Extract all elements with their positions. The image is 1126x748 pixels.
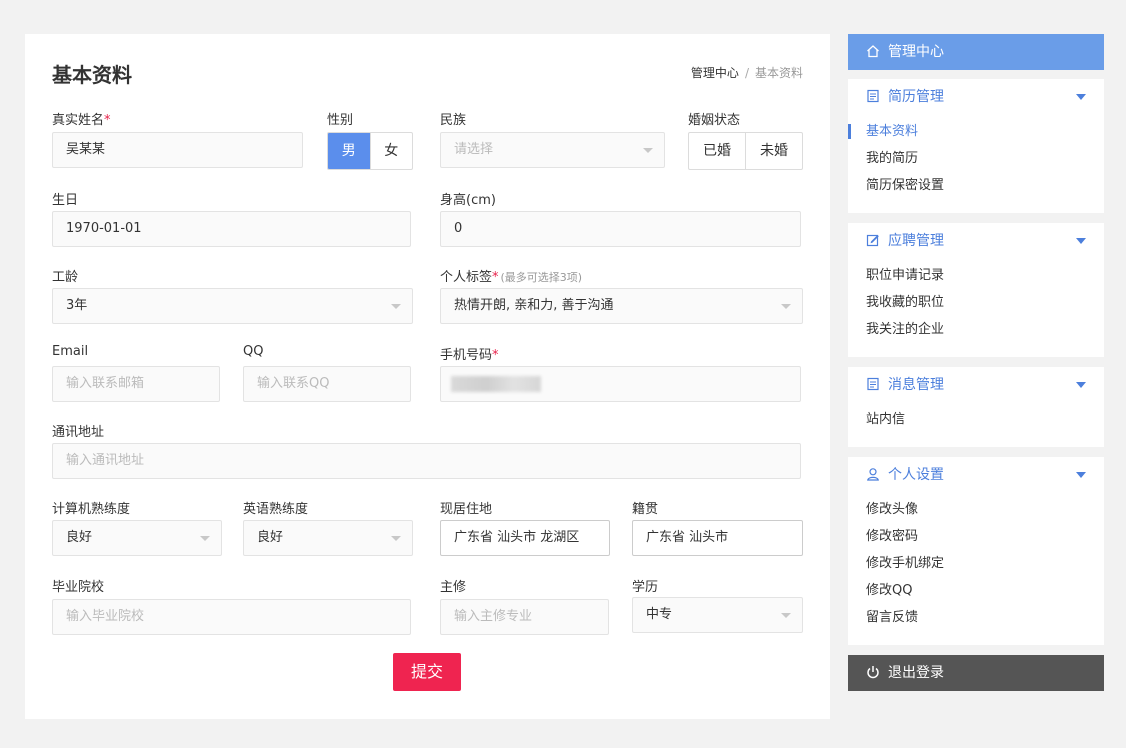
ethnicity-select[interactable]: 请选择 (440, 132, 665, 168)
chevron-down-icon (781, 304, 791, 309)
user-icon (867, 468, 879, 481)
gender-toggle: 男 女 (327, 132, 413, 170)
chevron-down-icon (200, 536, 210, 541)
work-years-select[interactable]: 3年 (52, 288, 413, 324)
sidebar-group-message: 消息管理 站内信 (848, 367, 1104, 447)
tags-select[interactable]: 热情开朗, 亲和力, 善于沟通 (440, 288, 803, 324)
hometown-label: 籍贯 (632, 502, 659, 517)
sidebar-item-resume-privacy[interactable]: 简历保密设置 (848, 172, 1104, 199)
marital-toggle: 已婚 未婚 (688, 132, 803, 170)
gender-male-option[interactable]: 男 (328, 133, 370, 169)
logout-button[interactable]: 退出登录 (848, 655, 1104, 691)
chevron-down-icon (643, 148, 653, 153)
residence-label: 现居住地 (440, 502, 493, 517)
major-input[interactable]: 输入主修专业 (440, 599, 609, 635)
chevron-down-icon (1076, 94, 1086, 100)
sidebar-item-change-password[interactable]: 修改密码 (848, 523, 1104, 550)
residence-input[interactable]: 广东省 汕头市 龙湖区 (440, 520, 610, 556)
gender-label: 性别 (327, 113, 354, 128)
sidebar-group-apply: 应聘管理 职位申请记录 我收藏的职位 我关注的企业 (848, 223, 1104, 357)
ethnicity-label: 民族 (440, 113, 467, 128)
tags-label: 个人标签* (最多可选择3项) (440, 270, 583, 285)
sidebar-item-change-avatar[interactable]: 修改头像 (848, 496, 1104, 523)
school-input[interactable]: 输入毕业院校 (52, 599, 411, 635)
sidebar-item-feedback[interactable]: 留言反馈 (848, 604, 1104, 631)
sidebar-group-personal-title[interactable]: 个人设置 (848, 457, 1104, 493)
chevron-down-icon (1076, 238, 1086, 244)
submit-button[interactable]: 提交 (393, 653, 461, 691)
real-name-input[interactable]: 吴某某 (52, 132, 303, 168)
sidebar-group-message-title[interactable]: 消息管理 (848, 367, 1104, 403)
sidebar-item-followed-companies[interactable]: 我关注的企业 (848, 316, 1104, 343)
email-input[interactable]: 输入联系邮箱 (52, 366, 220, 402)
sidebar-item-change-phone[interactable]: 修改手机绑定 (848, 550, 1104, 577)
breadcrumb-home[interactable]: 管理中心 (691, 66, 739, 80)
sidebar-group-resume: 简历管理 基本资料 我的简历 简历保密设置 (848, 79, 1104, 213)
qq-label: QQ (243, 344, 264, 359)
work-years-label: 工龄 (52, 270, 79, 285)
computer-skill-label: 计算机熟练度 (52, 502, 131, 517)
document-icon (867, 89, 879, 103)
blurred-phone-number (451, 376, 541, 392)
sidebar-group-personal: 个人设置 修改头像 修改密码 修改手机绑定 修改QQ 留言反馈 (848, 457, 1104, 645)
sidebar-item-change-qq[interactable]: 修改QQ (848, 577, 1104, 604)
computer-skill-select[interactable]: 良好 (52, 520, 222, 556)
qq-input[interactable]: 输入联系QQ (243, 366, 411, 402)
breadcrumb-current: 基本资料 (754, 66, 803, 80)
english-skill-select[interactable]: 良好 (243, 520, 413, 556)
home-icon (867, 45, 879, 58)
sidebar-item-basic-info[interactable]: 基本资料 (848, 118, 1104, 145)
hometown-input[interactable]: 广东省 汕头市 (632, 520, 803, 556)
phone-label: 手机号码* (440, 348, 499, 363)
birthday-label: 生日 (52, 193, 79, 208)
address-input[interactable]: 输入通讯地址 (52, 443, 801, 479)
education-select[interactable]: 中专 (632, 597, 803, 633)
edit-icon (866, 234, 879, 247)
phone-input[interactable] (440, 366, 801, 402)
document-icon (867, 377, 879, 391)
real-name-label: 真实姓名* (52, 113, 111, 128)
major-label: 主修 (440, 580, 467, 595)
english-skill-label: 英语熟练度 (243, 502, 309, 517)
sidebar-item-saved-jobs[interactable]: 我收藏的职位 (848, 289, 1104, 316)
school-label: 毕业院校 (52, 580, 105, 595)
education-label: 学历 (632, 580, 659, 595)
sidebar-group-apply-title[interactable]: 应聘管理 (848, 223, 1104, 259)
height-label: 身高(cm) (440, 193, 496, 208)
breadcrumb-separator: / (744, 66, 749, 80)
breadcrumb: 管理中心 / 基本资料 (691, 64, 803, 81)
gender-female-option[interactable]: 女 (369, 133, 413, 169)
main-panel: 基本资料 管理中心 / 基本资料 真实姓名* 吴某某 性别 男 女 民族 请选择 婚… (25, 34, 830, 719)
sidebar-item-inbox[interactable]: 站内信 (848, 406, 1104, 433)
sidebar-header-label: 管理中心 (888, 44, 944, 60)
marital-single-option[interactable]: 未婚 (745, 133, 802, 169)
email-label: Email (52, 344, 89, 359)
birthday-input[interactable]: 1970-01-01 (52, 211, 411, 247)
sidebar-header[interactable]: 管理中心 (848, 34, 1104, 70)
chevron-down-icon (391, 536, 401, 541)
marital-label: 婚姻状态 (688, 113, 741, 128)
chevron-down-icon (781, 613, 791, 618)
sidebar-group-resume-title[interactable]: 简历管理 (848, 79, 1104, 115)
address-label: 通讯地址 (52, 425, 105, 440)
power-icon (867, 666, 879, 679)
page-title: 基本资料 (52, 63, 132, 87)
chevron-down-icon (1076, 382, 1086, 388)
sidebar-item-my-resume[interactable]: 我的简历 (848, 145, 1104, 172)
chevron-down-icon (391, 304, 401, 309)
marital-married-option[interactable]: 已婚 (689, 133, 745, 169)
sidebar-item-application-records[interactable]: 职位申请记录 (848, 262, 1104, 289)
height-input[interactable]: 0 (440, 211, 801, 247)
chevron-down-icon (1076, 472, 1086, 478)
